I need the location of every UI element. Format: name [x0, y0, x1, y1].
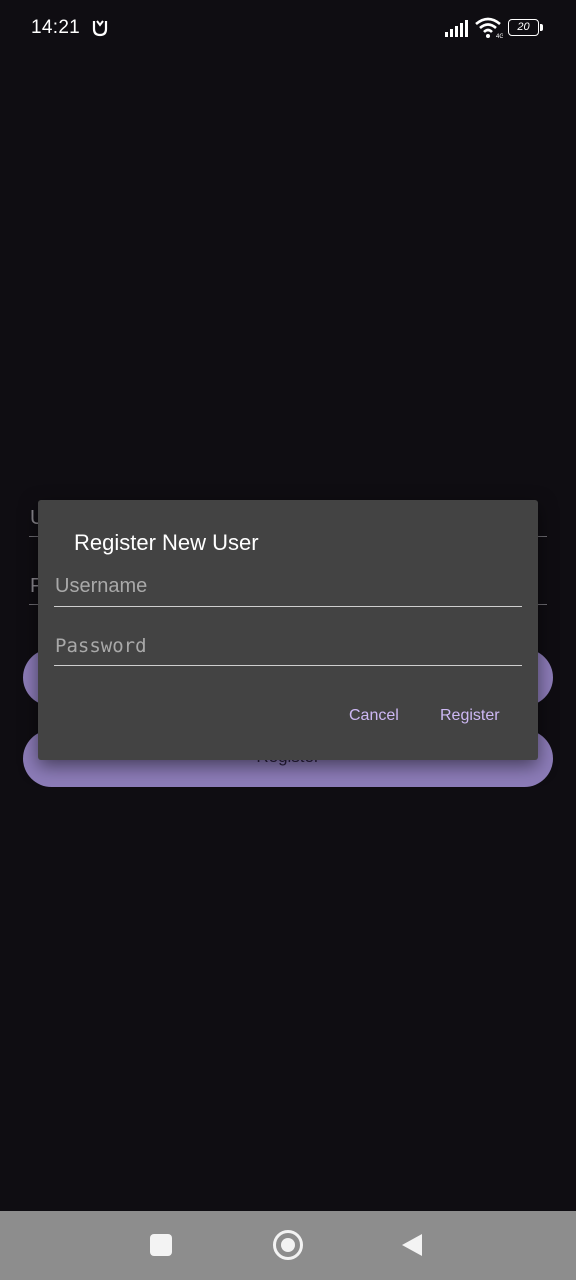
- password-input[interactable]: [54, 626, 522, 666]
- mi-icon: [92, 20, 108, 37]
- recents-icon[interactable]: [150, 1234, 172, 1256]
- status-time: 14:21: [31, 17, 81, 38]
- back-icon[interactable]: [401, 1233, 423, 1257]
- battery-level: 20: [517, 21, 530, 33]
- dialog-title: Register New User: [74, 530, 259, 555]
- register-dialog: Register New User Cancel Register: [38, 500, 538, 760]
- battery-tip: [540, 24, 543, 31]
- navigation-bar: [0, 1211, 576, 1280]
- username-input[interactable]: [54, 567, 522, 607]
- home-icon[interactable]: [273, 1230, 303, 1260]
- status-bar: 14:21 4G 20: [0, 0, 576, 58]
- wifi-icon: 4G: [475, 17, 503, 39]
- signal-icon: [445, 20, 468, 37]
- battery-icon: 20: [508, 19, 545, 38]
- screen: 14:21 4G 20 U P Regi: [0, 0, 576, 1280]
- cancel-button[interactable]: Cancel: [349, 707, 399, 725]
- register-button[interactable]: Register: [440, 707, 500, 725]
- svg-text:4G: 4G: [496, 34, 503, 39]
